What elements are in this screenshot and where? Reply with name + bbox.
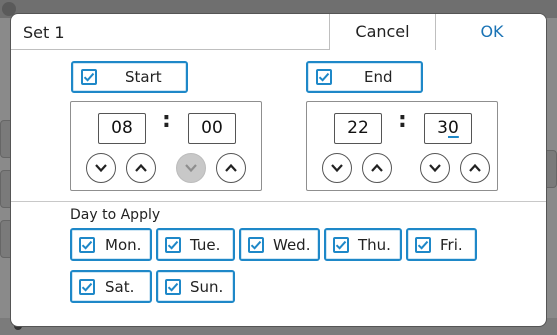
chevron-down-icon <box>185 164 197 173</box>
end-hour-increment-button[interactable] <box>362 153 392 183</box>
start-minute-increment-button[interactable] <box>216 153 246 183</box>
start-hour-field[interactable]: 08 <box>98 113 146 144</box>
time-separator: : <box>398 108 407 133</box>
end-minute-digit: 3 <box>437 118 448 138</box>
day-label: Fri. <box>440 235 463 254</box>
day-checkbox-tue[interactable]: Tue. <box>156 228 235 261</box>
set-dialog: Set 1 Cancel OK Start End 08 : 00 22: 3… <box>10 13 547 327</box>
end-hour-decrement-button[interactable] <box>322 153 352 183</box>
start-hour-decrement-button[interactable] <box>86 153 116 183</box>
start-time-panel: 08 : 00 <box>70 101 262 191</box>
section-divider <box>11 201 546 202</box>
day-checkbox-mon[interactable]: Mon. <box>70 228 152 261</box>
dialog-header: Set 1 Cancel OK <box>11 14 546 50</box>
end-hour-field[interactable]: 22 <box>334 113 382 144</box>
end-minute-decrement-button[interactable] <box>420 153 450 183</box>
day-to-apply-heading: Day to Apply <box>70 207 161 223</box>
check-icon <box>415 236 431 253</box>
check-icon <box>81 69 97 85</box>
check-icon <box>165 236 181 253</box>
ok-button[interactable]: OK <box>435 14 546 50</box>
check-icon <box>248 236 264 253</box>
day-label: Sat. <box>105 277 135 296</box>
start-hour-increment-button[interactable] <box>126 153 156 183</box>
day-label: Wed. <box>273 235 311 254</box>
day-checkbox-fri[interactable]: Fri. <box>406 228 477 261</box>
end-minute-increment-button[interactable] <box>460 153 490 183</box>
check-icon <box>316 69 332 85</box>
day-label: Sun. <box>190 277 224 296</box>
chevron-down-icon <box>429 164 441 173</box>
day-checkbox-wed[interactable]: Wed. <box>239 228 320 261</box>
end-checkbox[interactable]: End <box>306 61 423 93</box>
time-separator: : <box>162 108 171 133</box>
day-checkbox-sun[interactable]: Sun. <box>156 270 235 303</box>
text-cursor-digit: 0 <box>448 118 459 138</box>
cancel-button[interactable]: Cancel <box>329 14 435 50</box>
chevron-up-icon <box>371 163 383 172</box>
day-checkbox-thu[interactable]: Thu. <box>324 228 402 261</box>
chevron-up-icon <box>225 163 237 172</box>
check-icon <box>165 278 181 295</box>
day-label: Tue. <box>190 235 221 254</box>
chevron-up-icon <box>469 163 481 172</box>
dialog-title: Set 1 <box>23 23 65 42</box>
day-checkbox-sat[interactable]: Sat. <box>70 270 152 303</box>
check-icon <box>333 236 349 253</box>
end-minute-field[interactable]: 30 <box>424 113 472 144</box>
day-label: Mon. <box>105 235 142 254</box>
check-icon <box>79 278 95 295</box>
chevron-down-icon <box>95 164 107 173</box>
chevron-up-icon <box>135 163 147 172</box>
start-minute-field[interactable]: 00 <box>188 113 236 144</box>
day-label: Thu. <box>358 235 391 254</box>
chevron-down-icon <box>331 164 343 173</box>
start-checkbox[interactable]: Start <box>71 61 188 93</box>
start-minute-decrement-button[interactable] <box>176 153 206 183</box>
end-label: End <box>364 68 393 86</box>
start-label: Start <box>125 68 162 86</box>
check-icon <box>79 236 95 253</box>
end-time-panel: 22 : 30 <box>306 101 498 191</box>
